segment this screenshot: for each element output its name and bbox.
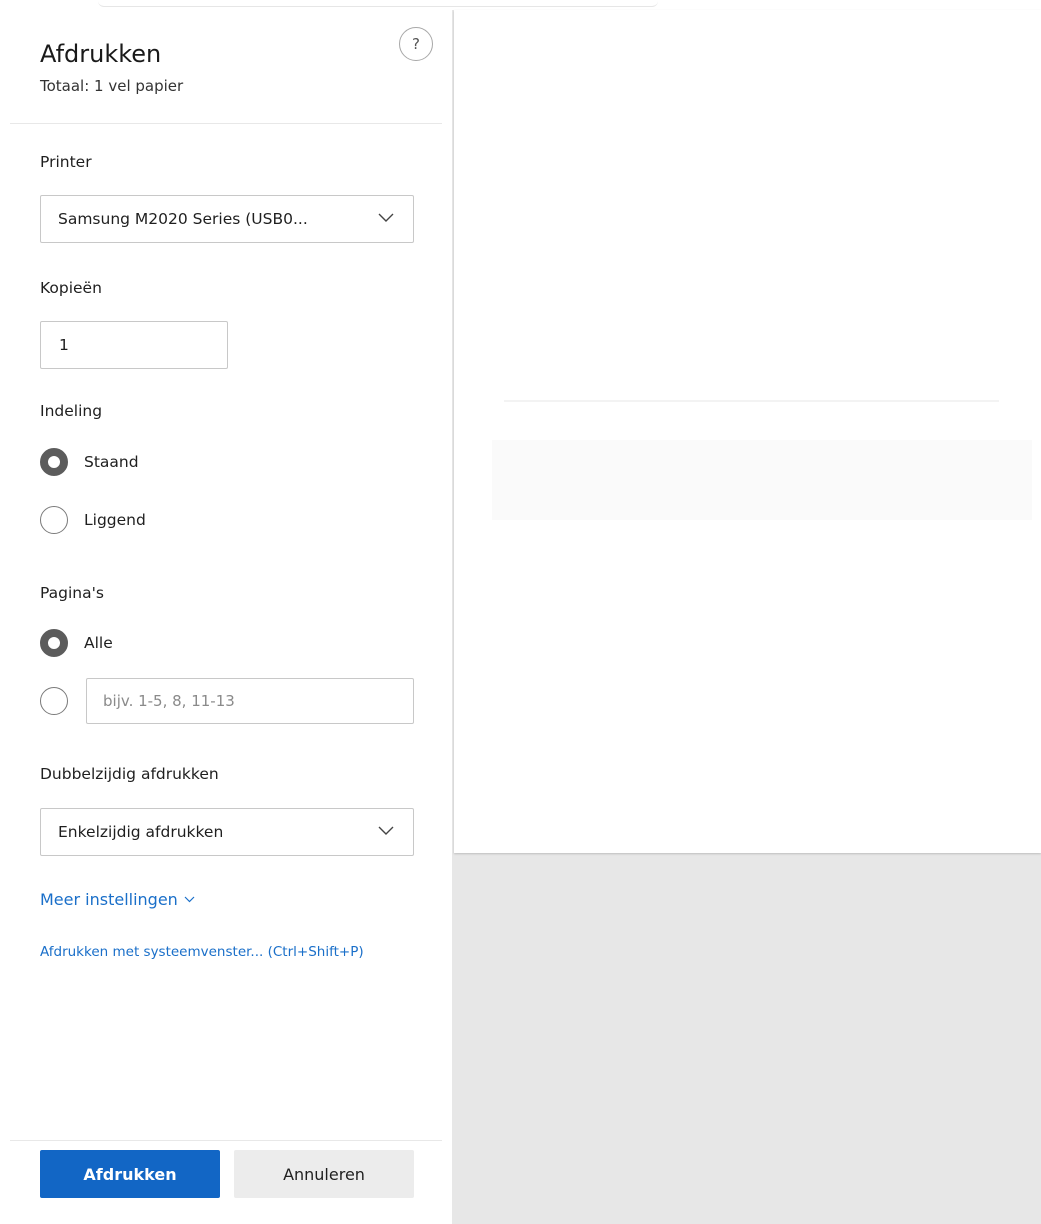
preview-faint-block xyxy=(492,440,1032,520)
radio-landscape[interactable]: Liggend xyxy=(40,505,146,535)
copies-label: Kopieën xyxy=(40,279,102,297)
radio-custom-pages-indicator xyxy=(40,687,68,715)
help-button[interactable]: ? xyxy=(399,27,433,61)
printer-label: Printer xyxy=(40,153,92,171)
layout-label: Indeling xyxy=(40,402,103,420)
pages-label: Pagina's xyxy=(40,584,104,602)
print-button[interactable]: Afdrukken xyxy=(40,1150,220,1198)
radio-portrait-label: Staand xyxy=(84,453,139,471)
browser-top-strip xyxy=(0,0,1041,10)
system-dialog-link[interactable]: Afdrukken met systeemvenster... (Ctrl+Sh… xyxy=(40,944,364,960)
duplex-label: Dubbelzijdig afdrukken xyxy=(40,765,219,783)
address-bar-edge xyxy=(98,0,658,7)
radio-custom-pages[interactable] xyxy=(40,686,68,716)
preview-page xyxy=(454,10,1041,853)
footer-divider xyxy=(10,1140,442,1141)
radio-landscape-indicator xyxy=(40,506,68,534)
duplex-select-value: Enkelzijdig afdrukken xyxy=(58,823,224,841)
radio-portrait-indicator xyxy=(40,448,68,476)
help-icon: ? xyxy=(412,35,420,53)
copies-value: 1 xyxy=(59,336,69,354)
page-range-placeholder: bijv. 1-5, 8, 11-13 xyxy=(103,692,235,710)
print-settings-panel: Afdrukken Totaal: 1 vel papier ? Printer… xyxy=(0,10,452,1224)
printer-select-value: Samsung M2020 Series (USB0... xyxy=(58,210,308,228)
more-settings-label: Meer instellingen xyxy=(40,890,178,909)
print-preview-area xyxy=(452,10,1041,1224)
chevron-down-icon xyxy=(378,826,394,835)
preview-faint-line xyxy=(504,400,999,402)
chevron-down-icon xyxy=(184,896,195,903)
header-divider xyxy=(10,123,442,124)
radio-landscape-label: Liggend xyxy=(84,511,146,529)
radio-all-pages[interactable]: Alle xyxy=(40,628,113,658)
printer-select[interactable]: Samsung M2020 Series (USB0... xyxy=(40,195,414,243)
more-settings-link[interactable]: Meer instellingen xyxy=(40,890,195,909)
chevron-down-icon xyxy=(378,213,394,222)
dialog-title: Afdrukken xyxy=(40,40,162,68)
copies-input[interactable]: 1 xyxy=(40,321,228,369)
radio-all-pages-label: Alle xyxy=(84,634,113,652)
duplex-select[interactable]: Enkelzijdig afdrukken xyxy=(40,808,414,856)
radio-portrait[interactable]: Staand xyxy=(40,447,139,477)
radio-all-pages-indicator xyxy=(40,629,68,657)
sheet-count: Totaal: 1 vel papier xyxy=(40,77,184,95)
print-dialog: Afdrukken Totaal: 1 vel papier ? Printer… xyxy=(0,0,1041,1224)
cancel-button[interactable]: Annuleren xyxy=(234,1150,414,1198)
page-range-input[interactable]: bijv. 1-5, 8, 11-13 xyxy=(86,678,414,724)
